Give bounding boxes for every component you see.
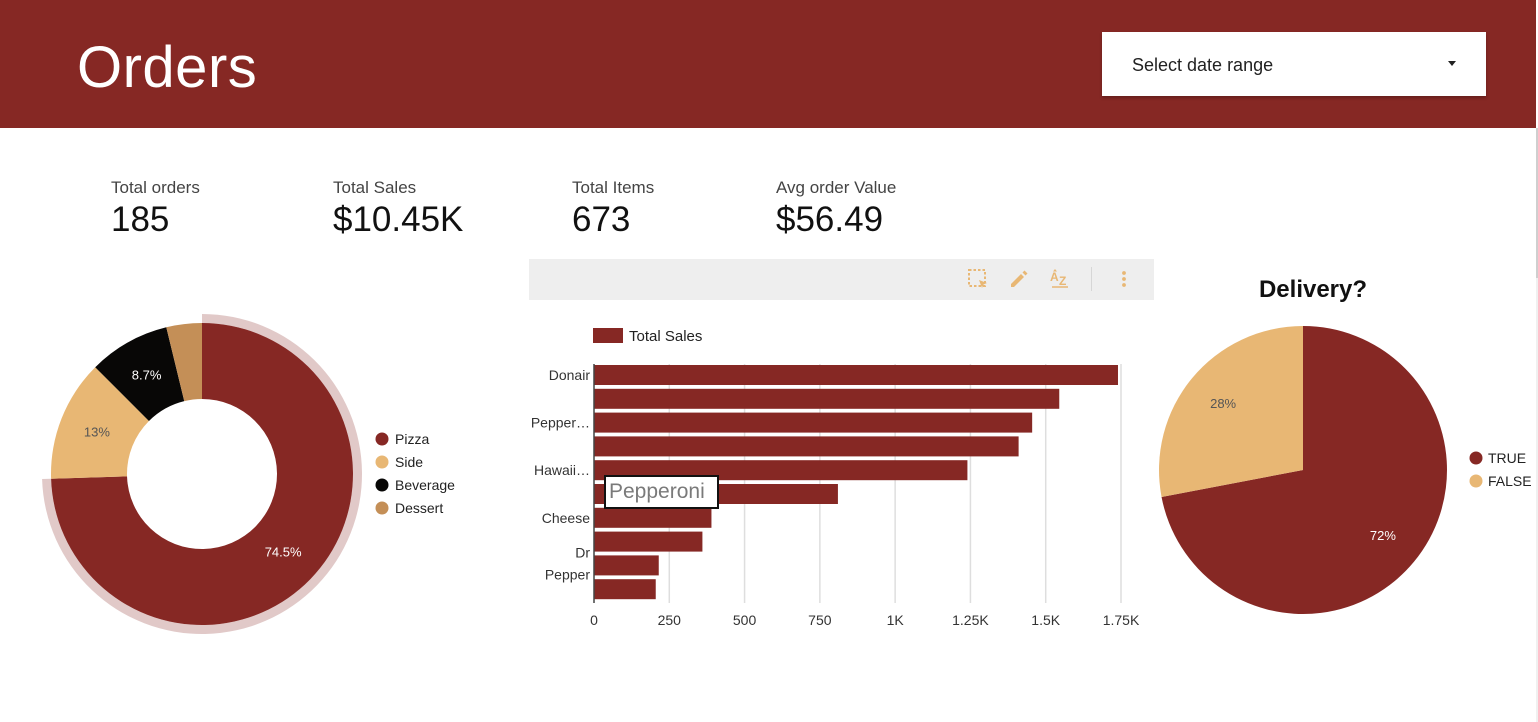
pie-slice-label: 72%	[1370, 528, 1396, 543]
legend-dot-true	[1469, 451, 1483, 465]
pie-slices	[1159, 326, 1447, 614]
legend-label-false[interactable]: FALSE	[1488, 473, 1532, 489]
delivery-chart-title: Delivery?	[1259, 276, 1367, 303]
legend-label-true[interactable]: TRUE	[1488, 450, 1526, 466]
pie-legend: TRUE FALSE	[1469, 450, 1532, 489]
pie-slice-false[interactable]	[1159, 326, 1303, 497]
pie-slice-label: 28%	[1210, 396, 1236, 411]
delivery-pie-chart: Delivery? 72% 28% TRUE FALSE	[1159, 276, 1532, 614]
legend-dot-false	[1469, 474, 1483, 488]
